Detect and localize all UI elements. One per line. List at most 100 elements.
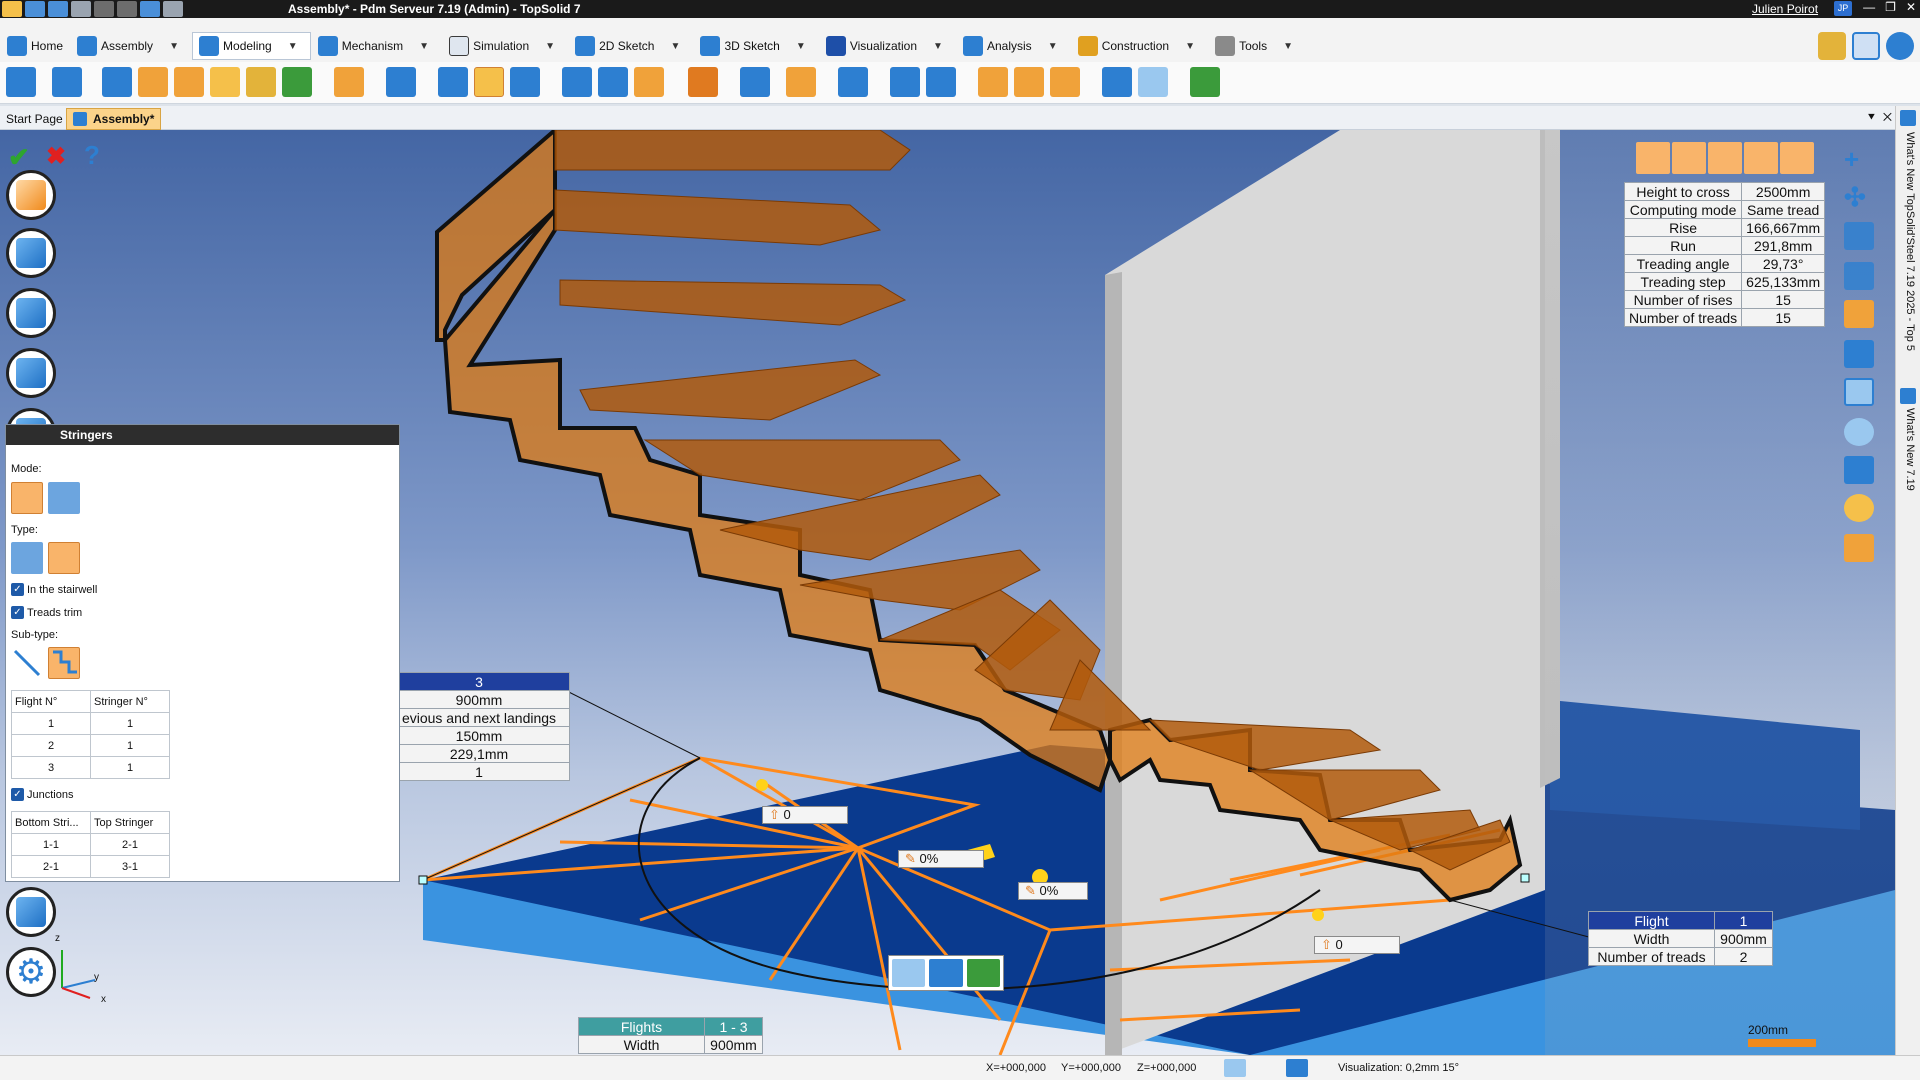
help-icon[interactable]: ? [84, 140, 100, 171]
redo-icon[interactable] [117, 1, 137, 17]
part-button[interactable] [6, 887, 56, 937]
prop-value[interactable]: 166,667mm [1741, 218, 1826, 237]
table-row[interactable]: 21 [11, 734, 170, 757]
tab-mechanism[interactable]: Mechanism ▼ [311, 32, 442, 60]
prop-value[interactable]: Same tread [1741, 200, 1826, 219]
subtype-stepped-button[interactable] [48, 647, 80, 679]
whats-new-icon[interactable] [1900, 110, 1916, 126]
stack-tool-icon[interactable] [510, 67, 540, 97]
table-row[interactable]: 1-1 2-1 [11, 833, 170, 856]
stair-stringer-icon[interactable] [1744, 142, 1778, 174]
tab-modeling[interactable]: Modeling ▼ [192, 32, 311, 60]
chevron-down-icon[interactable]: ▼ [664, 36, 686, 56]
treads-button[interactable] [6, 228, 56, 278]
view-tool-icon[interactable] [1844, 262, 1874, 290]
layers-icon[interactable] [1286, 1059, 1308, 1077]
zoom-icon[interactable] [1844, 418, 1874, 446]
tab-start-page[interactable]: Start Page [0, 108, 69, 130]
close-icon[interactable]: ✕ [1883, 110, 1892, 124]
landing-value[interactable]: 229,1mm [388, 744, 570, 763]
restore-icon[interactable]: ❐ [1885, 0, 1896, 14]
swap-icon[interactable] [929, 959, 963, 987]
type-straight-button[interactable] [11, 542, 43, 574]
pen-icon[interactable] [140, 1, 160, 17]
flights-prop-value[interactable]: 900mm [704, 1035, 763, 1054]
zoom-window-icon[interactable] [1844, 378, 1874, 406]
layers-tool-icon[interactable] [386, 67, 416, 97]
palette-icon[interactable] [1844, 494, 1874, 522]
user-avatar[interactable]: JP [1834, 1, 1852, 16]
corner-tool-icon[interactable] [634, 67, 664, 97]
frame-tool-icon[interactable] [438, 67, 468, 97]
arrow-down-tool-icon[interactable] [282, 67, 312, 97]
tab-2d-sketch[interactable]: 2D Sketch ▼ [568, 32, 693, 60]
sketch-tool-icon[interactable] [6, 67, 36, 97]
stair-layers-icon[interactable] [1708, 142, 1742, 174]
edit-pen-icon[interactable] [892, 959, 926, 987]
landing-value[interactable]: evious and next landings [388, 708, 570, 727]
tab-simulation[interactable]: Simulation ▼ [442, 32, 568, 60]
type-zigzag-button[interactable] [48, 542, 80, 574]
chevron-down-icon[interactable]: ▼ [282, 36, 304, 56]
view-pan-icon[interactable]: ✣ [1844, 182, 1874, 212]
tab-3d-sketch[interactable]: 3D Sketch ▼ [693, 32, 818, 60]
chevron-down-icon[interactable]: ▼ [1179, 36, 1201, 56]
question-list-icon[interactable] [1844, 534, 1874, 562]
risers-button[interactable] [6, 348, 56, 398]
box-tool-icon[interactable] [210, 67, 240, 97]
shell-tool-icon[interactable] [1050, 67, 1080, 97]
chevron-down-icon[interactable]: ▼ [539, 36, 561, 56]
prop-value[interactable]: 29,73° [1741, 254, 1826, 273]
folder-stack-tool-icon[interactable] [174, 67, 204, 97]
undo-icon[interactable] [94, 1, 114, 17]
save-icon[interactable] [25, 1, 45, 17]
bars-tool-icon[interactable] [688, 67, 718, 97]
prop-value[interactable]: 291,8mm [1741, 236, 1826, 255]
corner-handle-right[interactable] [1520, 873, 1530, 883]
stair-stringer-alt-icon[interactable] [1780, 142, 1814, 174]
refresh-icon[interactable] [163, 1, 183, 17]
mode-stringer-button[interactable] [11, 482, 43, 514]
chevron-down-icon[interactable]: ⯆ [1867, 110, 1877, 124]
flight-prop-value[interactable]: 900mm [1714, 929, 1773, 948]
percent-tag-2[interactable]: ✎ 0% [1018, 882, 1088, 900]
close-icon[interactable]: ✕ [1906, 0, 1916, 14]
block-tool-icon[interactable] [890, 67, 920, 97]
settings-button[interactable]: ⚙ [6, 947, 56, 997]
side-tab-whats-new[interactable]: What's New 7.19 [1900, 408, 1916, 491]
tab-assembly[interactable]: Assembly ▼ [70, 32, 192, 60]
mode-stringer-alt-button[interactable] [48, 482, 80, 514]
in-stairwell-checkbox[interactable]: ✓ In the stairwell [11, 583, 97, 596]
tab-visualization[interactable]: Visualization ▼ [819, 32, 956, 60]
profile-tool-icon[interactable] [102, 67, 132, 97]
view-window-icon[interactable] [1844, 340, 1874, 368]
prop-value[interactable]: 15 [1741, 308, 1826, 327]
view-cube-icon[interactable] [1844, 456, 1874, 484]
chevron-down-icon[interactable]: ▼ [790, 36, 812, 56]
fold-tool-icon[interactable] [562, 67, 592, 97]
landings-button[interactable] [6, 288, 56, 338]
package-tool-icon[interactable] [1138, 67, 1168, 97]
stair-layout-button[interactable] [6, 170, 56, 220]
beam-tool-icon[interactable] [838, 67, 868, 97]
subtype-straight-button[interactable] [11, 647, 43, 679]
landing-value[interactable]: 900mm [388, 690, 570, 709]
validate-icon[interactable]: ✔ [8, 142, 30, 173]
save-all-icon[interactable] [48, 1, 68, 17]
bend-tool-icon[interactable] [598, 67, 628, 97]
print-icon[interactable] [71, 1, 91, 17]
help-icon[interactable] [1886, 32, 1914, 60]
prop-value[interactable]: 2500mm [1741, 182, 1826, 201]
plate-tool-icon[interactable] [978, 67, 1008, 97]
wrench-tool-icon[interactable] [246, 67, 276, 97]
percent-tag-1[interactable]: ✎ 0% [898, 850, 984, 868]
edit-tool-icon[interactable] [52, 67, 82, 97]
floor-marker-1[interactable] [756, 779, 768, 791]
view-section-icon[interactable] [1844, 300, 1874, 328]
stair-tool-icon[interactable] [474, 67, 504, 97]
flight-prop-value[interactable]: 2 [1714, 947, 1773, 966]
prop-value[interactable]: 15 [1741, 290, 1826, 309]
stair-view-icon[interactable] [1636, 142, 1670, 174]
user-name[interactable]: Julien Poirot [1752, 2, 1818, 16]
offset-tag-2[interactable]: ⇧ 0 [1314, 936, 1400, 954]
